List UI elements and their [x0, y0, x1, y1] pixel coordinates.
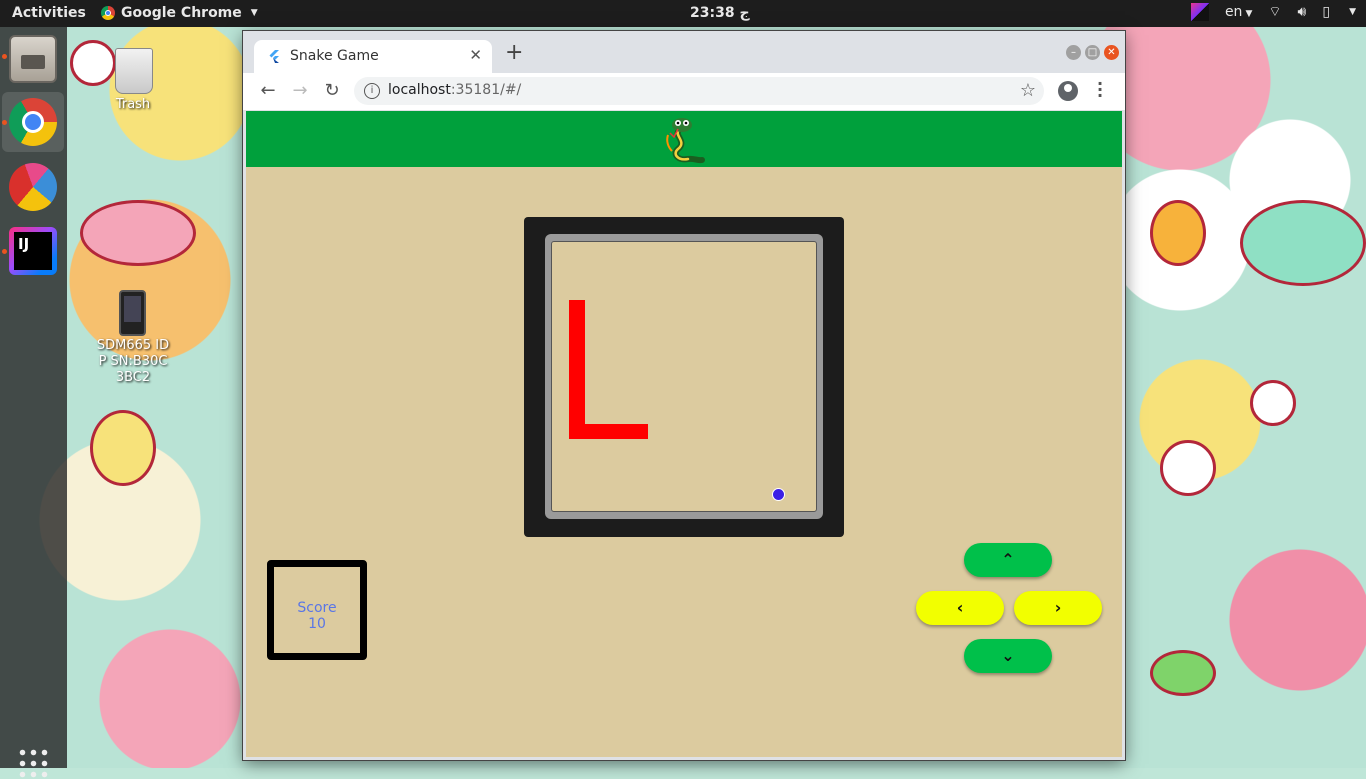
- wallpaper-decoration: [90, 410, 156, 486]
- chevron-down-icon: ▼: [250, 8, 258, 18]
- tab-title: Snake Game: [290, 48, 379, 64]
- trash-icon[interactable]: [115, 48, 153, 94]
- snake-body-horizontal: [569, 424, 648, 439]
- url-path: :35181/#/: [450, 82, 522, 98]
- score-value: 10: [308, 616, 326, 632]
- firefox-icon[interactable]: [9, 163, 57, 211]
- chevron-down-icon: ▼: [1245, 9, 1253, 19]
- profile-icon[interactable]: [1058, 81, 1078, 101]
- wallpaper-decoration: [1150, 200, 1206, 266]
- minimize-button[interactable]: –: [1066, 45, 1081, 60]
- browser-window: Snake Game ✕ + – □ ✕ ← → ↻ i localhost:3…: [243, 31, 1125, 760]
- chrome-icon: [101, 6, 115, 20]
- intellij-icon[interactable]: [9, 227, 57, 275]
- files-icon[interactable]: [9, 35, 57, 83]
- chevron-down-icon[interactable]: ▼: [1349, 7, 1356, 17]
- activities-button[interactable]: Activities: [12, 5, 86, 21]
- chrome-icon[interactable]: [9, 98, 57, 146]
- app-menu[interactable]: Google Chrome ▼: [101, 5, 258, 21]
- battery-icon: ▯: [1322, 4, 1331, 20]
- wallpaper-decoration: [1160, 440, 1216, 496]
- food-pellet: [772, 488, 785, 501]
- device-label: SDM665 IDP SN:B30C3BC2: [96, 338, 170, 385]
- wallpaper-decoration: [1240, 200, 1366, 286]
- chevron-down-icon: ⌄: [1001, 646, 1015, 665]
- trash-label: Trash: [115, 97, 151, 112]
- reload-button[interactable]: ↻: [321, 80, 343, 101]
- left-button[interactable]: ‹: [916, 591, 1004, 625]
- score-box: Score 10: [267, 560, 367, 660]
- url-host: localhost: [388, 82, 451, 98]
- running-indicator: [2, 120, 7, 125]
- url-text[interactable]: localhost:35181/#/: [388, 82, 521, 98]
- page-content: Score 10 ⌃ ‹ › ⌄: [246, 111, 1122, 757]
- app-bar: [246, 111, 1122, 167]
- game-board[interactable]: [551, 241, 817, 512]
- down-button[interactable]: ⌄: [964, 639, 1052, 673]
- app-name: Google Chrome: [121, 5, 242, 21]
- snake-body-vertical: [569, 300, 585, 439]
- wifi-icon: ⌔: [1268, 4, 1282, 20]
- flutter-icon: [269, 50, 279, 63]
- game-frame: [545, 234, 823, 519]
- wallpaper-decoration: [70, 40, 116, 86]
- phone-device-icon[interactable]: [119, 290, 146, 336]
- browser-toolbar: ← → ↻ i localhost:35181/#/ ☆ · · ·: [243, 73, 1125, 110]
- app-indicator-icon[interactable]: [1190, 3, 1209, 21]
- close-window-button[interactable]: ✕: [1104, 45, 1119, 60]
- wallpaper-decoration: [1250, 380, 1296, 426]
- language-indicator[interactable]: en ▼: [1225, 4, 1252, 20]
- wallpaper-decoration: [80, 200, 196, 266]
- score-label: Score: [297, 600, 337, 616]
- running-indicator: [2, 54, 7, 59]
- running-indicator: [2, 249, 7, 254]
- browser-titlebar: Snake Game ✕ + – □ ✕: [243, 31, 1125, 73]
- system-tray: en ▼ ⌔ 🔊︎ ▯ ▼: [1190, 3, 1356, 21]
- chevron-right-icon: ›: [1054, 598, 1062, 617]
- back-button[interactable]: ←: [257, 80, 279, 101]
- chevron-left-icon: ‹: [956, 598, 964, 617]
- show-applications-icon[interactable]: [17, 747, 49, 779]
- system-top-bar: Activities Google Chrome ▼ ج 23:38 en ▼ ⌔…: [0, 0, 1366, 27]
- bookmark-star-icon[interactable]: ☆: [1020, 80, 1036, 101]
- more-menu-icon[interactable]: · · ·: [1095, 76, 1105, 104]
- forward-button[interactable]: →: [289, 80, 311, 101]
- snake-logo-icon: [666, 118, 705, 164]
- chevron-up-icon: ⌃: [1001, 550, 1015, 569]
- window-controls: – □ ✕: [1066, 45, 1119, 60]
- close-icon[interactable]: ✕: [469, 46, 482, 64]
- new-tab-button[interactable]: +: [505, 42, 523, 64]
- dock: [0, 27, 67, 779]
- info-icon[interactable]: i: [364, 83, 380, 99]
- address-bar[interactable]: i localhost:35181/#/ ☆: [354, 77, 1044, 105]
- up-button[interactable]: ⌃: [964, 543, 1052, 577]
- wallpaper-decoration: [1150, 650, 1216, 696]
- language-label: en: [1224, 4, 1243, 20]
- volume-icon: 🔊︎: [1297, 4, 1307, 20]
- maximize-button[interactable]: □: [1085, 45, 1100, 60]
- clock[interactable]: ج 23:38: [690, 5, 750, 21]
- tab-snake-game[interactable]: Snake Game ✕: [254, 40, 492, 73]
- right-button[interactable]: ›: [1014, 591, 1102, 625]
- game-container: [524, 217, 844, 537]
